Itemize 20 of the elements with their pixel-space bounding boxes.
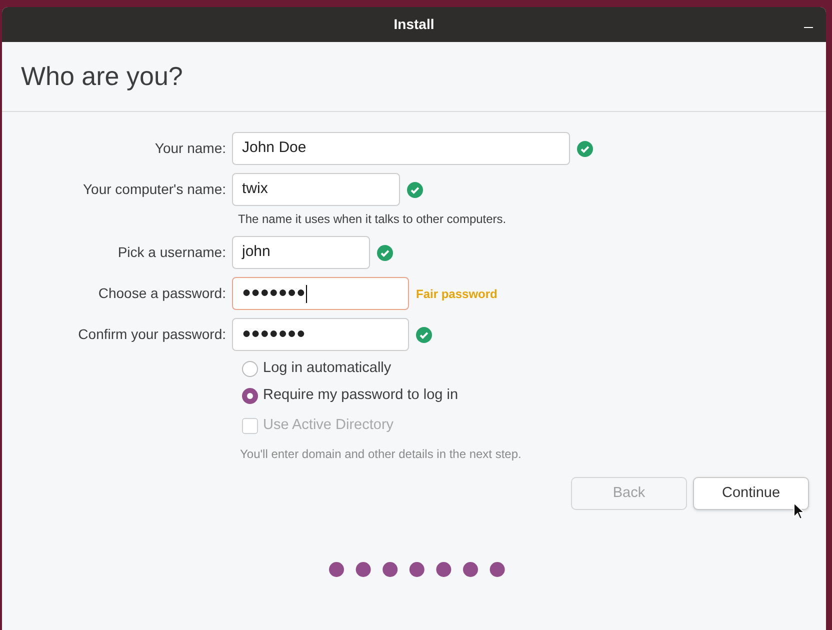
input-field[interactable]: ●●●●●●● <box>232 277 409 310</box>
input-field[interactable]: twix <box>232 173 400 206</box>
input-field[interactable]: ●●●●●●● <box>232 318 409 351</box>
field-label: Pick a username: <box>116 243 227 262</box>
input-field[interactable]: john <box>232 236 370 269</box>
field-label: Your name: <box>154 139 227 158</box>
dialog-button[interactable]: Continue <box>693 477 809 510</box>
field-label: Choose a password: <box>97 284 227 303</box>
window-title: Install <box>394 15 434 34</box>
mouse-cursor-icon <box>793 502 804 520</box>
field-label: Your computer's name: <box>82 180 227 199</box>
page-title: Who are you? <box>21 60 183 93</box>
radio-option[interactable]: Log in automatically <box>242 358 826 380</box>
input-field[interactable]: John Doe <box>232 132 570 165</box>
password-strength: Fair password <box>416 286 498 302</box>
field-hint: The name it uses when it talks to other computers. <box>238 211 508 228</box>
field-label: Confirm your password: <box>77 325 227 344</box>
note-text: You'll enter domain and other details in the next step. <box>240 446 522 463</box>
progress-dots-icon <box>328 562 504 577</box>
radio-option[interactable]: Require my password to log in <box>242 385 826 407</box>
